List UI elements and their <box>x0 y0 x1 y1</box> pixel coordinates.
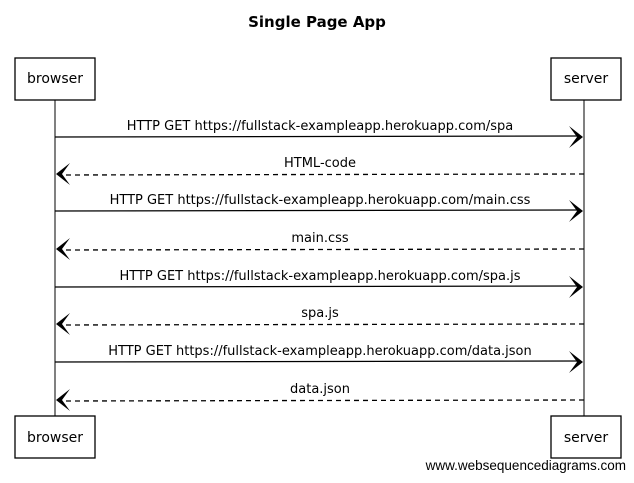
svg-text:browser: browser <box>27 71 83 87</box>
actor-browser-top: browser <box>14 57 96 101</box>
message-line <box>61 173 585 176</box>
arrowhead-icon <box>569 200 583 222</box>
actor-browser-bottom: browser <box>14 415 96 459</box>
sequence-diagram: Single Page App browser server browser s… <box>14 13 622 459</box>
arrowhead-icon <box>569 126 583 148</box>
actor-server-top: server <box>550 57 622 101</box>
diagram-title: Single Page App <box>248 13 386 31</box>
arrowhead-icon <box>569 276 583 298</box>
message-line <box>54 360 578 363</box>
message-line <box>61 399 585 402</box>
message-label: HTTP GET https://fullstack-exampleapp.he… <box>119 269 520 284</box>
message-arrows: HTTP GET https://fullstack-exampleapp.he… <box>54 119 585 411</box>
arrowhead-icon <box>56 163 70 185</box>
message-label: main.css <box>291 231 349 246</box>
message-4: main.css <box>56 231 585 260</box>
arrowhead-icon <box>56 238 70 260</box>
lifelines <box>54 100 585 416</box>
message-label: spa.js <box>301 306 339 321</box>
actor-server-bottom: server <box>550 415 622 459</box>
message-label: HTML-code <box>284 156 356 171</box>
message-label: HTTP GET https://fullstack-exampleapp.he… <box>108 344 532 359</box>
message-5: HTTP GET https://fullstack-exampleapp.he… <box>54 269 583 298</box>
arrowhead-icon <box>569 351 583 373</box>
message-3: HTTP GET https://fullstack-exampleapp.he… <box>54 193 583 222</box>
message-7: HTTP GET https://fullstack-exampleapp.he… <box>54 344 583 373</box>
arrowhead-icon <box>56 313 70 335</box>
message-1: HTTP GET https://fullstack-exampleapp.he… <box>54 119 583 148</box>
message-2: HTML-code <box>56 156 585 185</box>
svg-text:server: server <box>564 430 609 446</box>
message-line <box>54 209 578 212</box>
svg-text:browser: browser <box>27 430 83 446</box>
svg-text:server: server <box>564 71 609 87</box>
message-label: HTTP GET https://fullstack-exampleapp.he… <box>110 193 531 208</box>
message-line <box>54 285 578 288</box>
message-line <box>54 135 578 138</box>
message-label: HTTP GET https://fullstack-exampleapp.he… <box>127 119 514 134</box>
message-6: spa.js <box>56 306 585 335</box>
message-line <box>61 248 585 251</box>
message-line <box>61 323 585 326</box>
message-8: data.json <box>56 382 585 411</box>
arrowhead-icon <box>56 389 70 411</box>
credit-text: www.websequencediagrams.com <box>425 458 626 473</box>
message-label: data.json <box>290 382 350 397</box>
